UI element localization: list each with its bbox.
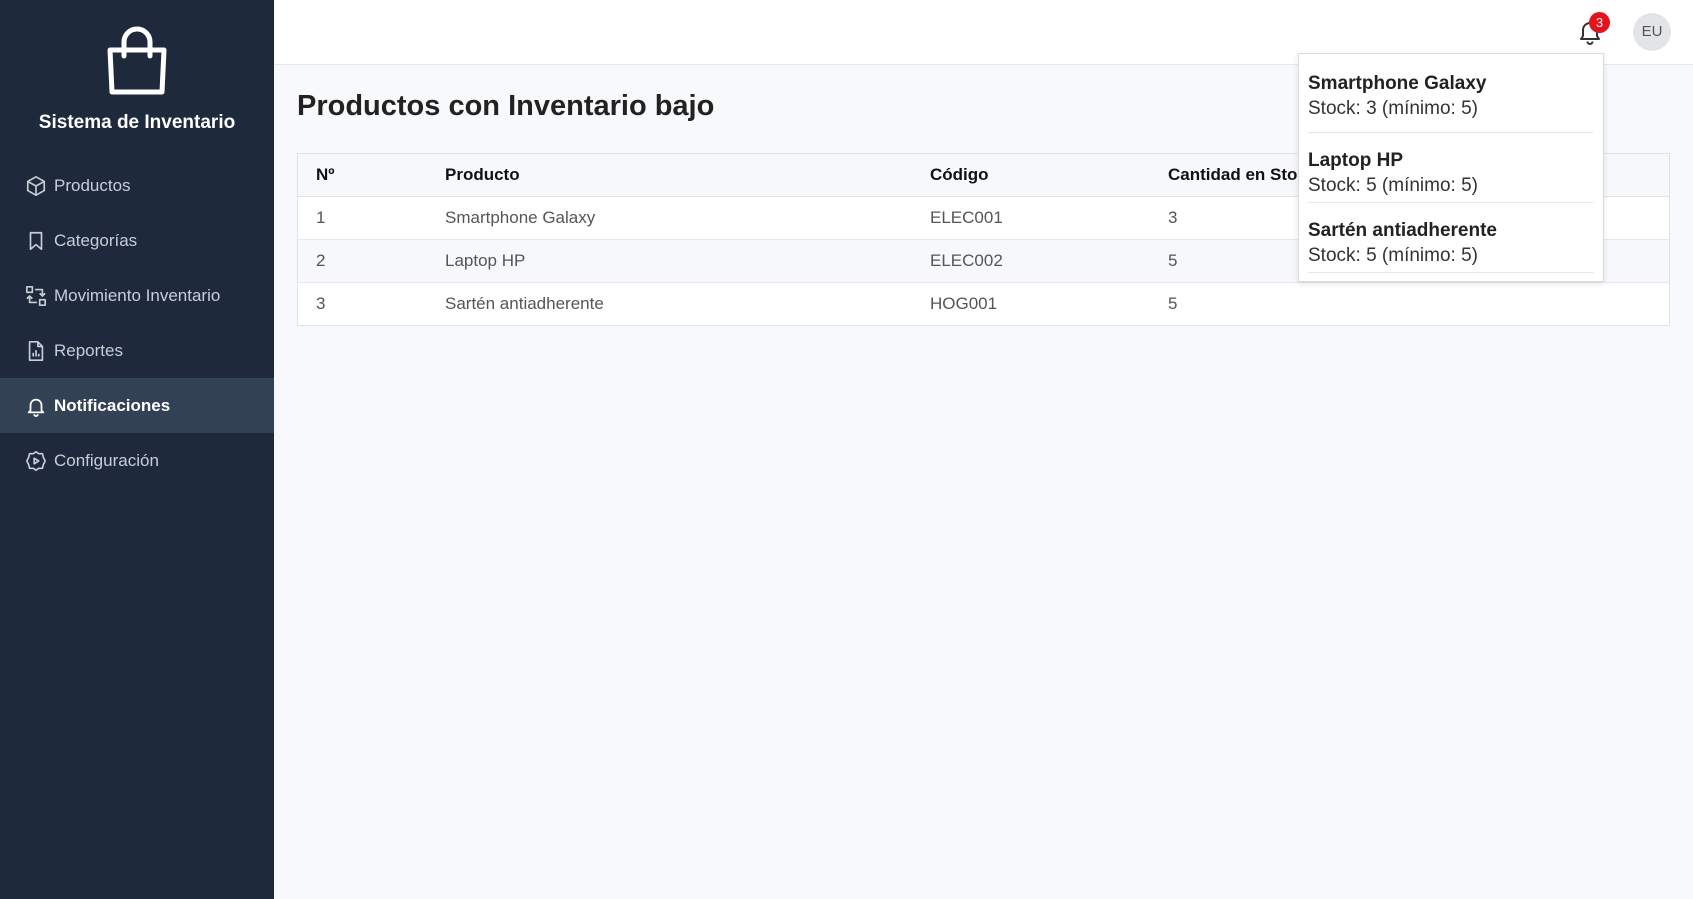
notification-item[interactable]: Sartén antiadherente Stock: 5 (mínimo: 5…: [1308, 203, 1594, 273]
transfer-icon: [25, 285, 47, 307]
sidebar-nav: Productos Categorías Movimiento Inventar…: [0, 158, 274, 488]
column-header: Código: [912, 154, 1150, 197]
box-icon: [25, 175, 47, 197]
column-header: Nº: [298, 154, 427, 197]
sidebar-item-label: Categorías: [54, 230, 138, 250]
page-title: Productos con Inventario bajo: [297, 90, 715, 122]
notification-title: Sartén antiadherente: [1308, 220, 1497, 241]
sidebar-item-label: Movimiento Inventario: [54, 285, 221, 305]
table-cell: Sartén antiadherente: [445, 293, 604, 313]
table-cell: HOG001: [930, 293, 998, 313]
sidebar-item-label: Configuración: [54, 450, 159, 470]
sidebar-item-notificaciones[interactable]: Notificaciones: [0, 378, 274, 433]
sidebar-item-reportes[interactable]: Reportes: [0, 323, 274, 378]
sidebar-item-label: Productos: [54, 175, 131, 195]
sidebar-item-categorias[interactable]: Categorías: [0, 213, 274, 268]
column-header: Producto: [427, 154, 912, 197]
table-cell: 3: [316, 293, 326, 313]
notification-item[interactable]: Laptop HP Stock: 5 (mínimo: 5): [1308, 133, 1594, 203]
sidebar-item-label: Reportes: [54, 340, 123, 360]
table-cell: ELEC002: [912, 239, 1150, 283]
sidebar-item-movimiento-inventario[interactable]: Movimiento Inventario: [0, 268, 274, 323]
app-title: Sistema de Inventario: [38, 112, 236, 133]
notification-title: Laptop HP: [1308, 150, 1403, 171]
notifications-dropdown: Smartphone Galaxy Stock: 3 (mínimo: 5) L…: [1298, 53, 1604, 282]
sidebar: Sistema de Inventario Productos Categorí…: [0, 0, 274, 899]
notification-detail: Stock: 3 (mínimo: 5): [1308, 98, 1478, 119]
table-cell: ELEC001: [912, 196, 1150, 240]
report-icon: [25, 340, 47, 362]
table-cell: Smartphone Galaxy: [427, 196, 912, 240]
user-avatar[interactable]: EU: [1633, 13, 1671, 51]
shopping-bag-icon: [107, 26, 167, 95]
bell-icon: [25, 395, 47, 417]
notification-count-badge: 3: [1589, 12, 1610, 33]
table-cell: 1: [298, 196, 427, 240]
table-cell: 5: [1168, 293, 1178, 313]
notification-detail: Stock: 5 (mínimo: 5): [1308, 175, 1478, 196]
notification-title: Smartphone Galaxy: [1308, 73, 1487, 94]
gear-icon: [25, 450, 47, 472]
sidebar-item-configuracion[interactable]: Configuración: [0, 433, 274, 488]
notification-detail: Stock: 5 (mínimo: 5): [1308, 245, 1478, 266]
brand: Sistema de Inventario: [0, 0, 274, 134]
sidebar-item-label: Notificaciones: [54, 395, 171, 415]
table-row: 3 Sartén antiadherente HOG001 5: [298, 282, 1669, 325]
notification-item[interactable]: Smartphone Galaxy Stock: 3 (mínimo: 5): [1308, 54, 1594, 133]
table-cell: Laptop HP: [427, 239, 912, 283]
bookmark-icon: [25, 230, 47, 252]
table-cell: 2: [298, 239, 427, 283]
sidebar-item-productos[interactable]: Productos: [0, 158, 274, 213]
